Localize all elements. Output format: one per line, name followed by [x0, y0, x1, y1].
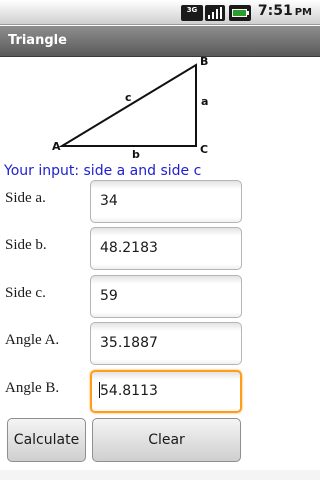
angle-b-field[interactable]: 54.8113 — [90, 370, 242, 413]
clear-button[interactable]: Clear — [92, 418, 241, 462]
network-label: 3G — [186, 6, 198, 14]
time-suffix: PM — [294, 7, 312, 18]
side-c-field-label: Side c. — [5, 285, 46, 301]
vertex-a-label: A — [52, 140, 61, 153]
status-bar: 3G 7:51 PM — [0, 0, 320, 25]
triangle-shape — [58, 63, 197, 147]
title-bar: Triangle — [0, 26, 320, 57]
angle-a-field-label: Angle A. — [5, 332, 60, 348]
side-c-field[interactable]: 59 — [90, 275, 242, 318]
vertex-b-label: B — [200, 57, 208, 68]
vertex-c-label: C — [200, 143, 208, 156]
status-time: 7:51 PM — [258, 3, 312, 19]
battery-icon — [229, 5, 251, 21]
input-note: Your input: side a and side c — [4, 163, 202, 179]
side-a-label: a — [201, 95, 208, 108]
angle-b-value: 54.8113 — [100, 383, 158, 399]
side-a-field[interactable]: 34 — [90, 180, 242, 223]
time-value: 7:51 — [257, 3, 293, 19]
side-a-field-label: Side a. — [5, 190, 46, 206]
network-3g-icon: 3G — [181, 5, 203, 21]
calculate-button[interactable]: Calculate — [7, 418, 86, 462]
side-b-label: b — [132, 148, 140, 161]
triangle-diagram: A B C a b c — [52, 57, 208, 161]
angle-a-field[interactable]: 35.1887 — [90, 322, 242, 365]
bottom-strip — [0, 470, 320, 480]
side-c-label: c — [125, 91, 132, 104]
signal-icon — [205, 5, 225, 21]
side-b-field-label: Side b. — [5, 237, 47, 253]
side-b-field[interactable]: 48.2183 — [90, 227, 242, 270]
angle-b-field-label: Angle B. — [5, 380, 60, 396]
app-title: Triangle — [8, 33, 67, 48]
